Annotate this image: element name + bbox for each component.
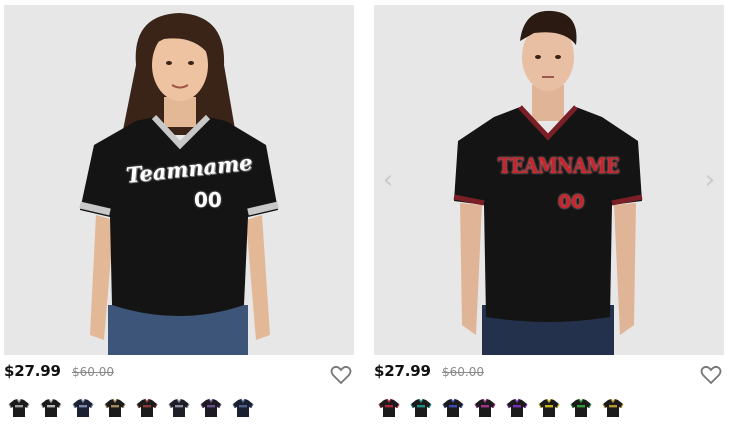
jersey-thumbnail-icon	[71, 398, 94, 417]
color-swatch[interactable]	[472, 395, 497, 420]
color-swatch[interactable]	[536, 395, 561, 420]
jersey-thumbnail-icon	[7, 398, 30, 417]
jersey-thumbnail-icon	[199, 398, 222, 417]
color-swatch[interactable]	[408, 395, 433, 420]
color-swatch[interactable]	[568, 395, 593, 420]
jersey-thumbnail-icon	[103, 398, 126, 417]
product-card[interactable]: TEAMNAME 00 ‹ › $27.99 $60.00	[374, 5, 724, 429]
price-row: $27.99 $60.00	[374, 362, 724, 386]
color-swatch[interactable]	[6, 395, 31, 420]
color-swatch[interactable]	[600, 395, 625, 420]
color-swatch[interactable]	[504, 395, 529, 420]
jersey-thumbnail-icon	[505, 398, 528, 417]
jersey-thumbnail-icon	[537, 398, 560, 417]
product-image[interactable]: TEAMNAME 00 ‹ ›	[374, 5, 724, 355]
color-swatch[interactable]	[376, 395, 401, 420]
product-image[interactable]: Teamname 00	[4, 5, 354, 355]
color-swatch[interactable]	[440, 395, 465, 420]
color-swatch[interactable]	[134, 395, 159, 420]
original-price: $60.00	[72, 365, 114, 379]
color-swatch[interactable]	[166, 395, 191, 420]
jersey-thumbnail-icon	[473, 398, 496, 417]
chevron-right-icon[interactable]: ›	[700, 165, 720, 195]
jersey-number: 00	[194, 188, 222, 212]
product-card[interactable]: Teamname 00 $27.99 $60.00	[4, 5, 354, 429]
color-swatch[interactable]	[230, 395, 255, 420]
jersey-thumbnail-icon	[231, 398, 254, 417]
heart-outline-icon[interactable]	[330, 365, 352, 385]
heart-outline-icon[interactable]	[700, 365, 722, 385]
jersey-thumbnail-icon	[39, 398, 62, 417]
jersey-thumbnail-icon	[569, 398, 592, 417]
color-swatches	[376, 395, 625, 421]
price-row: $27.99 $60.00	[4, 362, 354, 386]
jersey-team-name: TEAMNAME	[498, 154, 620, 180]
color-swatches	[6, 395, 255, 421]
jersey-thumbnail-icon	[135, 398, 158, 417]
color-swatch[interactable]	[198, 395, 223, 420]
color-swatch[interactable]	[70, 395, 95, 420]
jersey-thumbnail-icon	[601, 398, 624, 417]
sale-price: $27.99	[374, 362, 431, 380]
jersey-number: 00	[558, 191, 585, 213]
color-swatch[interactable]	[102, 395, 127, 420]
sale-price: $27.99	[4, 362, 61, 380]
jersey-thumbnail-icon	[167, 398, 190, 417]
jersey-thumbnail-icon	[409, 398, 432, 417]
color-swatch[interactable]	[38, 395, 63, 420]
jersey-thumbnail-icon	[441, 398, 464, 417]
jersey-thumbnail-icon	[377, 398, 400, 417]
original-price: $60.00	[442, 365, 484, 379]
chevron-left-icon[interactable]: ‹	[378, 165, 398, 195]
